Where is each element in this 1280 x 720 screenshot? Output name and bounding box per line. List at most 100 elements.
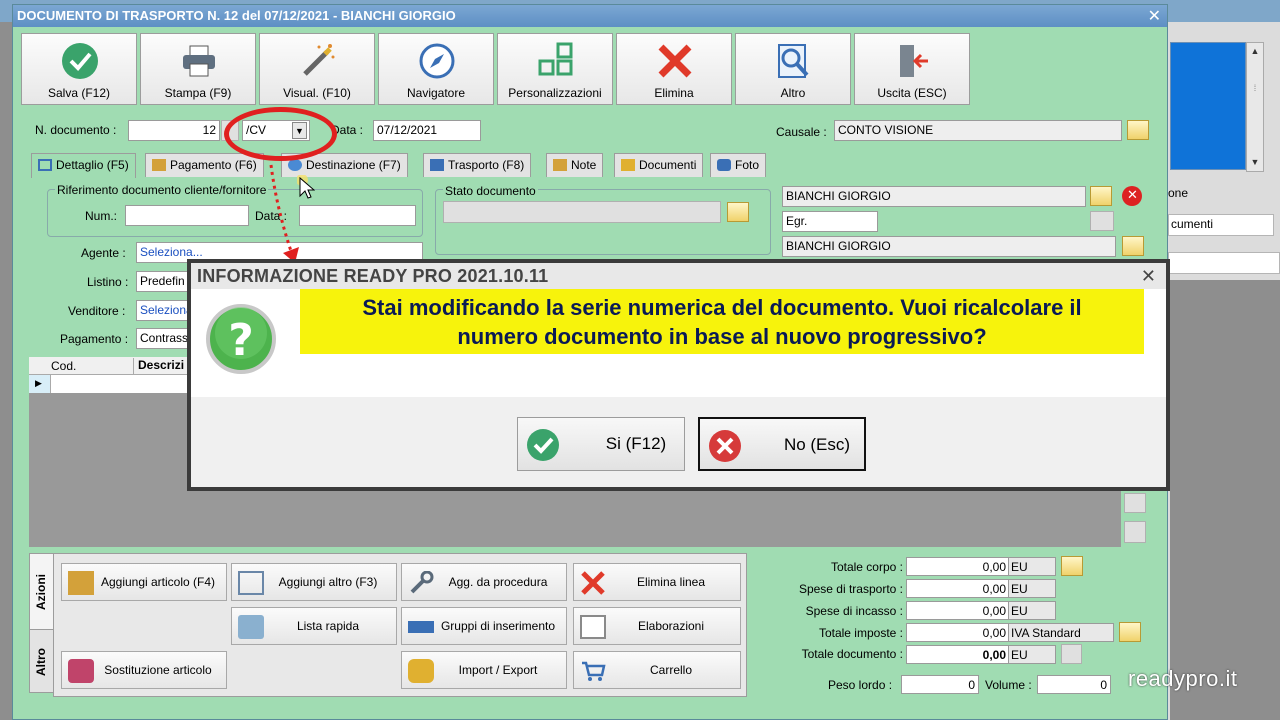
stato-title: Stato documento bbox=[443, 184, 538, 198]
compass-icon bbox=[419, 43, 455, 79]
print-button[interactable]: Stampa (F9) bbox=[140, 33, 256, 105]
tab-foto[interactable]: Foto bbox=[710, 153, 767, 177]
ref-num-label: Num.: bbox=[85, 209, 118, 223]
total-folder-icon[interactable] bbox=[1061, 556, 1083, 576]
ref-num-input[interactable] bbox=[125, 205, 249, 226]
client-name-field[interactable]: BIANCHI GIORGIO bbox=[782, 186, 1086, 207]
grid-icon bbox=[538, 42, 573, 76]
truck-icon bbox=[430, 159, 444, 171]
client-name2-field[interactable]: BIANCHI GIORGIO bbox=[782, 236, 1116, 257]
more-label: Altro bbox=[780, 86, 806, 100]
background-gray-area bbox=[1170, 280, 1280, 720]
add-from-procedure-button[interactable]: Agg. da procedura bbox=[401, 563, 567, 601]
annotation-ellipse bbox=[224, 107, 337, 161]
background-field-2[interactable] bbox=[1168, 252, 1280, 274]
background-scrollbar[interactable]: ▲ ⁞ ▼ bbox=[1246, 42, 1264, 172]
stato-input[interactable] bbox=[443, 201, 721, 223]
salutation-field[interactable]: Egr. bbox=[782, 211, 878, 232]
yes-label: Si (F12) bbox=[605, 434, 667, 453]
button-label: Aggiungi articolo (F4) bbox=[100, 575, 216, 589]
exit-label: Uscita (ESC) bbox=[877, 86, 947, 100]
magnifier-icon bbox=[778, 44, 809, 78]
insert-groups-button[interactable]: Gruppi di inserimento bbox=[401, 607, 567, 645]
delete-button[interactable]: Elimina bbox=[616, 33, 732, 105]
seller-label: Venditore : bbox=[68, 304, 126, 318]
camera-icon bbox=[717, 159, 731, 171]
processing-button[interactable]: Elaborazioni bbox=[573, 607, 741, 645]
document-number-input[interactable]: 12 bbox=[128, 120, 220, 141]
preview-button[interactable]: Visual. (F10) bbox=[259, 33, 375, 105]
gross-weight-value[interactable]: 0 bbox=[901, 675, 979, 694]
delete-x-icon bbox=[581, 571, 605, 595]
vat-type[interactable]: IVA Standard bbox=[1008, 623, 1114, 642]
check-icon bbox=[527, 429, 559, 461]
print-label: Stampa (F9) bbox=[164, 86, 232, 100]
replace-article-button[interactable]: Sostituzione articolo bbox=[61, 651, 227, 689]
cart-button[interactable]: Carrello bbox=[573, 651, 741, 689]
add-other-icon bbox=[238, 571, 264, 595]
customize-button[interactable]: Personalizzazioni bbox=[497, 33, 613, 105]
scroll-down-icon[interactable]: ▼ bbox=[1250, 157, 1260, 167]
exit-door-icon bbox=[900, 45, 928, 77]
button-label: Aggiungi altro (F3) bbox=[278, 575, 378, 589]
tab-trasporto[interactable]: Trasporto (F8) bbox=[423, 153, 532, 177]
tab-label: Pagamento (F6) bbox=[170, 158, 257, 172]
client2-folder-icon[interactable] bbox=[1122, 236, 1144, 256]
tab-label: Note bbox=[571, 158, 597, 172]
zoom-icon[interactable] bbox=[1061, 644, 1082, 664]
collection-costs-unit: EU bbox=[1008, 601, 1056, 620]
save-button[interactable]: Salva (F12) bbox=[21, 33, 137, 105]
confirm-dialog: INFORMAZIONE READY PRO 2021.10.11 ✕ ? St… bbox=[187, 259, 1170, 491]
causale-folder-icon[interactable] bbox=[1127, 120, 1149, 140]
no-button[interactable]: No (Esc) bbox=[698, 417, 866, 471]
yes-button[interactable]: Si (F12) bbox=[517, 417, 685, 471]
tab-dettaglio[interactable]: Dettaglio (F5) bbox=[31, 153, 136, 178]
client-remove-icon[interactable]: ✕ bbox=[1122, 186, 1142, 206]
client-folder-icon[interactable] bbox=[1090, 186, 1112, 206]
grid-action-icon[interactable] bbox=[1124, 493, 1146, 513]
tab-pagamento[interactable]: Pagamento (F6) bbox=[145, 153, 264, 177]
column-cod[interactable]: Cod. bbox=[51, 359, 76, 373]
exit-button[interactable]: Uscita (ESC) bbox=[854, 33, 970, 105]
navigator-button[interactable]: Navigatore bbox=[378, 33, 494, 105]
delete-line-button[interactable]: Elimina linea bbox=[573, 563, 741, 601]
add-other-button[interactable]: Aggiungi altro (F3) bbox=[231, 563, 397, 601]
tab-altro[interactable]: Altro bbox=[29, 629, 55, 693]
check-icon bbox=[62, 43, 98, 79]
vat-folder-icon[interactable] bbox=[1119, 622, 1141, 642]
button-label: Agg. da procedura bbox=[448, 575, 548, 589]
navigator-label: Navigatore bbox=[406, 86, 466, 100]
more-button[interactable]: Altro bbox=[735, 33, 851, 105]
button-label: Sostituzione articolo bbox=[104, 663, 212, 677]
customize-label: Personalizzazioni bbox=[508, 86, 602, 100]
volume-value[interactable]: 0 bbox=[1037, 675, 1111, 694]
dialog-close-icon[interactable]: ✕ bbox=[1141, 266, 1156, 287]
note-icon bbox=[553, 159, 567, 171]
stato-folder-icon[interactable] bbox=[727, 202, 749, 222]
grid-action-icon-2[interactable] bbox=[1124, 521, 1146, 543]
total-body-unit: EU bbox=[1008, 557, 1056, 576]
replace-icon bbox=[68, 659, 94, 683]
no-label: No (Esc) bbox=[783, 435, 851, 454]
import-export-icon bbox=[408, 659, 434, 683]
column-descrizione[interactable]: Descrizi bbox=[133, 358, 184, 375]
group-insert-icon bbox=[408, 621, 434, 633]
payment-icon bbox=[152, 159, 166, 171]
import-export-button[interactable]: Import / Export bbox=[401, 651, 567, 689]
total-taxes-value: 0,00 bbox=[906, 623, 1010, 642]
causale-input[interactable]: CONTO VISIONE bbox=[834, 120, 1122, 141]
add-article-button[interactable]: Aggiungi articolo (F4) bbox=[61, 563, 227, 601]
contact-icon[interactable] bbox=[1090, 211, 1114, 231]
tab-note[interactable]: Note bbox=[546, 153, 604, 177]
close-icon[interactable]: ✕ bbox=[1148, 6, 1161, 26]
tab-azioni[interactable]: Azioni bbox=[29, 553, 55, 633]
delete-x-icon bbox=[658, 44, 692, 78]
scroll-up-icon[interactable]: ▲ bbox=[1250, 46, 1260, 56]
transport-costs-unit: EU bbox=[1008, 579, 1056, 598]
background-field[interactable]: cumenti bbox=[1168, 214, 1274, 236]
date-input[interactable]: 07/12/2021 bbox=[373, 120, 481, 141]
transport-costs-value: 0,00 bbox=[906, 579, 1010, 598]
quick-list-button[interactable]: Lista rapida bbox=[231, 607, 397, 645]
window-titlebar: DOCUMENTO DI TRASPORTO N. 12 del 07/12/2… bbox=[13, 5, 1167, 27]
tab-documenti[interactable]: Documenti bbox=[614, 153, 704, 177]
